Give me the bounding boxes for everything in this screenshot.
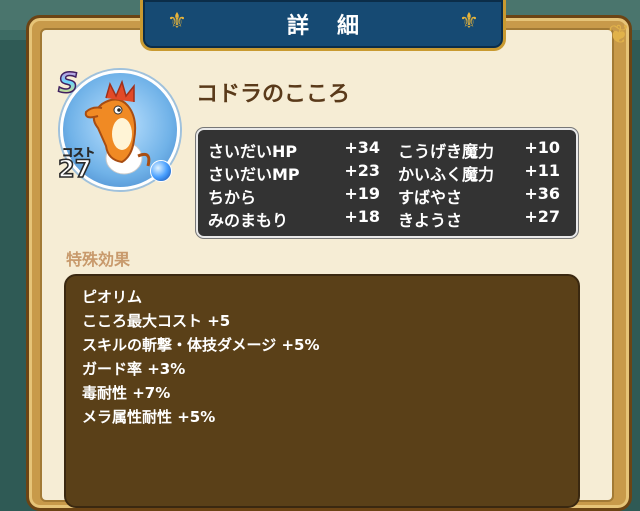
effect-item: メラ属性耐性 +5%: [82, 408, 216, 426]
stat-value: +27: [524, 207, 560, 226]
effect-item: スキルの斬撃・体技ダメージ +5%: [82, 336, 320, 354]
special-effects-list: ピオリム こころ最大コスト +5 スキルの斬撃・体技ダメージ +5% ガード率 …: [64, 274, 580, 508]
stat-value: +23: [344, 161, 380, 180]
stat-value: +10: [524, 138, 560, 157]
fleur-right-icon: ⚜: [459, 9, 479, 34]
cost-value: 27: [57, 154, 92, 184]
stats-table: さいだいHP +34 こうげき魔力 +10 さいだいMP +23 かいふく魔力 …: [196, 128, 578, 238]
stat-label: こうげき魔力: [398, 142, 495, 161]
title-banner: ⚜ 詳細 ⚜: [140, 0, 506, 51]
effect-item: ガード率 +3%: [82, 360, 186, 378]
stat-label: さいだいMP: [208, 165, 300, 184]
stat-row: みのまもり +18 きようさ +27: [198, 207, 576, 230]
stat-label: きようさ: [398, 211, 463, 230]
element-orb-icon: [150, 160, 172, 182]
stat-value: +18: [344, 207, 380, 226]
stat-label: みのまもり: [208, 211, 289, 230]
effect-item: 毒耐性 +7%: [82, 384, 171, 402]
stat-value: +19: [344, 184, 380, 203]
effect-item: ピオリム: [82, 288, 143, 306]
stat-label: ちから: [208, 188, 257, 207]
stat-label: さいだいHP: [208, 142, 298, 161]
stat-label: かいふく魔力: [398, 165, 495, 184]
monster-name: コドラのこころ: [196, 82, 351, 107]
stat-row: ちから +19 すばやさ +36: [198, 184, 576, 207]
special-effects-title: 特殊効果: [66, 250, 131, 269]
rank-badge-outline: S: [57, 65, 79, 100]
stat-label: すばやさ: [398, 188, 463, 207]
effect-item: こころ最大コスト +5: [82, 312, 231, 330]
stat-value: +36: [524, 184, 560, 203]
stat-row: さいだいMP +23 かいふく魔力 +11: [198, 161, 576, 184]
stat-value: +34: [344, 138, 380, 157]
page-title: 詳細: [286, 14, 387, 39]
corner-fleur-icon: ❦: [608, 20, 630, 50]
stat-value: +11: [524, 161, 560, 180]
stat-row: さいだいHP +34 こうげき魔力 +10: [198, 138, 576, 161]
